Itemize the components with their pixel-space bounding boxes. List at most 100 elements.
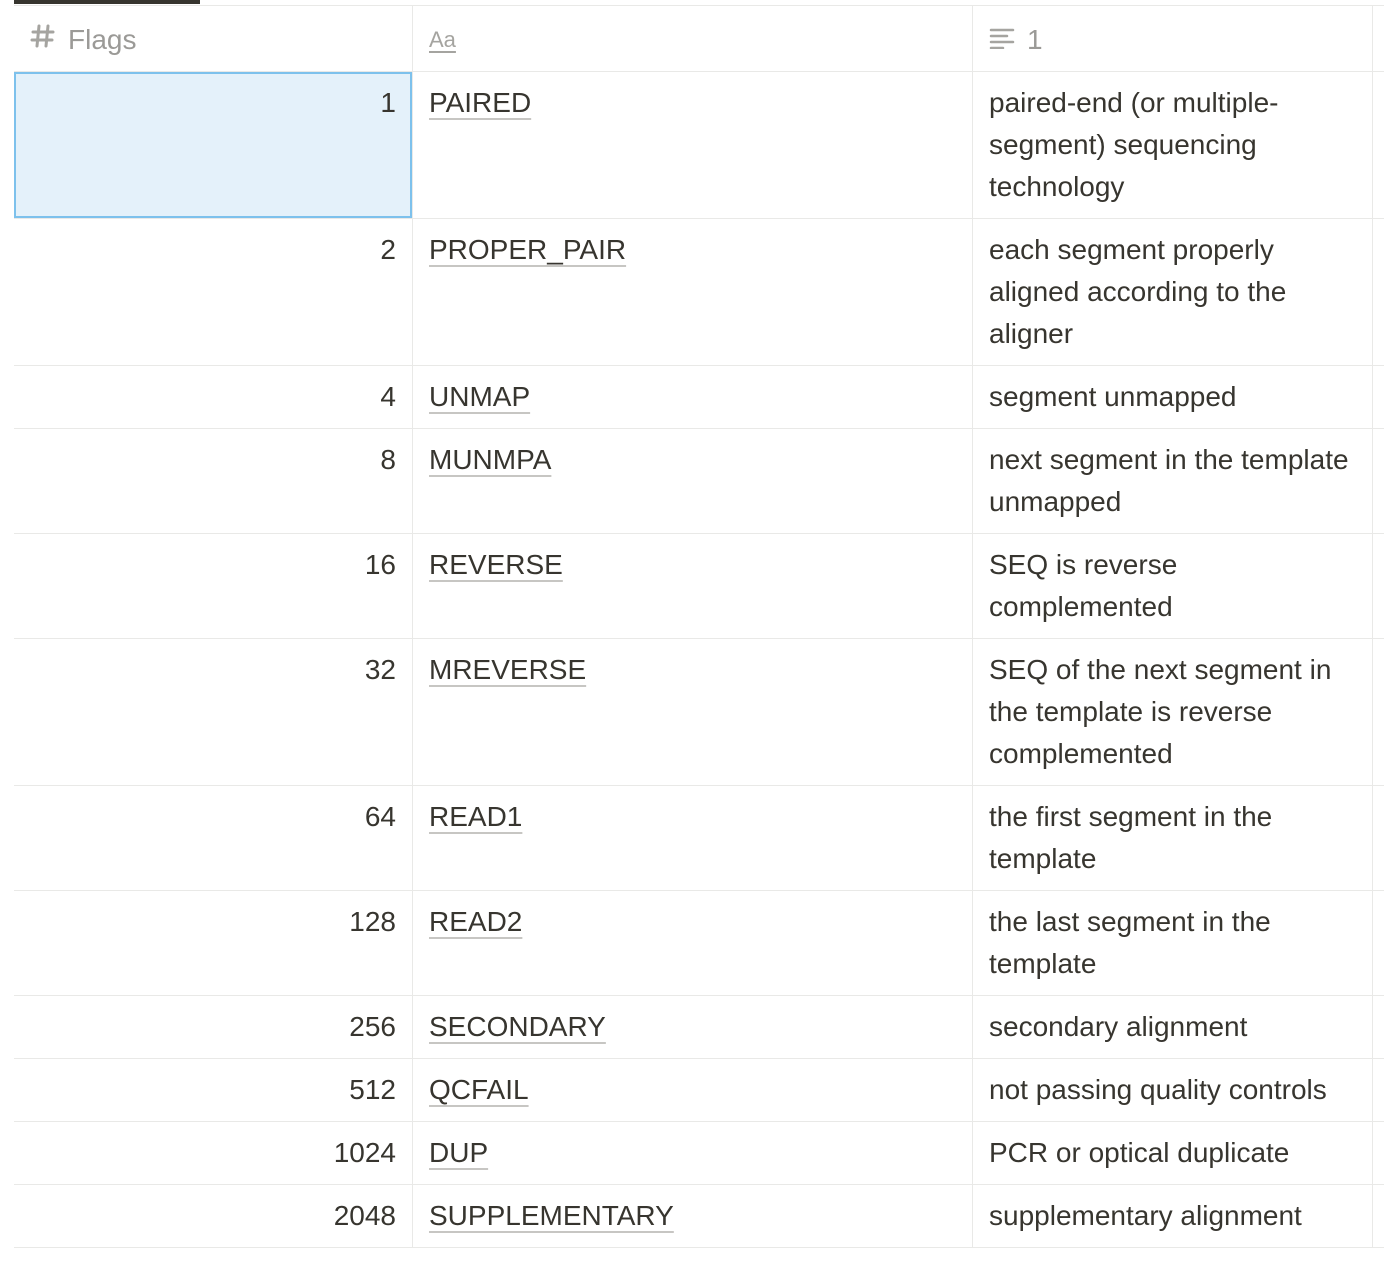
flag-name-link[interactable]: MUNMPA [429, 444, 551, 475]
flag-description-cell[interactable]: secondary alignment [973, 996, 1373, 1058]
flag-description: next segment in the template unmapped [989, 444, 1349, 517]
table-row[interactable]: 128 READ2 the last segment in the template [14, 891, 1384, 996]
table-row[interactable]: 64 READ1 the first segment in the template [14, 786, 1384, 891]
overflow-cell [1373, 534, 1384, 638]
flag-value-cell[interactable]: 64 [14, 786, 413, 890]
flag-name-link[interactable]: READ2 [429, 906, 522, 937]
overflow-cell [1373, 366, 1384, 428]
flag-value: 128 [349, 906, 396, 937]
flag-name-link[interactable]: PROPER_PAIR [429, 234, 626, 265]
flag-value-cell[interactable]: 2048 [14, 1185, 413, 1247]
flag-description: the last segment in the template [989, 906, 1271, 979]
flag-description-cell[interactable]: each segment properly aligned according … [973, 219, 1373, 365]
flag-description-cell[interactable]: paired-end (or multiple-segment) sequenc… [973, 72, 1373, 218]
table-header-row: Flags Aa 1 [14, 6, 1384, 72]
text-lines-icon [989, 19, 1015, 61]
flag-description-cell[interactable]: next segment in the template unmapped [973, 429, 1373, 533]
flag-value: 1 [380, 87, 396, 118]
table-row[interactable]: 4 UNMAP segment unmapped [14, 366, 1384, 429]
flag-name-cell[interactable]: QCFAIL [413, 1059, 973, 1121]
overflow-cell [1373, 429, 1384, 533]
flag-value-cell[interactable]: 128 [14, 891, 413, 995]
flag-name-cell[interactable]: SUPPLEMENTARY [413, 1185, 973, 1247]
flag-description: SEQ is reverse complemented [989, 549, 1178, 622]
flag-name-link[interactable]: READ1 [429, 801, 522, 832]
database-table-view: Flags Aa 1 1 PAIRED paired-end (or multi… [0, 0, 1384, 1288]
table-row[interactable]: 1024 DUP PCR or optical duplicate [14, 1122, 1384, 1185]
flag-value-cell[interactable]: 1 [14, 72, 413, 218]
overflow-cell [1373, 72, 1384, 218]
overflow-cell [1373, 1059, 1384, 1121]
active-view-tab-indicator[interactable] [14, 0, 200, 4]
table-row[interactable]: 256 SECONDARY secondary alignment [14, 996, 1384, 1059]
flag-name-link[interactable]: DUP [429, 1137, 488, 1168]
flag-name-cell[interactable]: PAIRED [413, 72, 973, 218]
flag-name-cell[interactable]: READ2 [413, 891, 973, 995]
table-row[interactable]: 32 MREVERSE SEQ of the next segment in the… [14, 639, 1384, 786]
flag-value: 8 [380, 444, 396, 475]
flag-description: the first segment in the template [989, 801, 1273, 874]
overflow-cell [1373, 891, 1384, 995]
column-header-overflow [1373, 6, 1384, 71]
overflow-cell [1373, 996, 1384, 1058]
column-header-description[interactable]: 1 [973, 6, 1373, 71]
column-header-description-label: 1 [1027, 23, 1043, 55]
flag-description: supplementary alignment [989, 1200, 1302, 1231]
overflow-cell [1373, 219, 1384, 365]
title-property-icon: Aa [429, 26, 456, 52]
flag-description-cell[interactable]: PCR or optical duplicate [973, 1122, 1373, 1184]
table-row[interactable]: 16 REVERSE SEQ is reverse complemented [14, 534, 1384, 639]
flag-name-link[interactable]: REVERSE [429, 549, 563, 580]
flag-value-cell[interactable]: 8 [14, 429, 413, 533]
flag-description: not passing quality controls [989, 1074, 1327, 1105]
column-header-flags[interactable]: Flags [14, 6, 413, 71]
flag-value: 64 [364, 801, 396, 832]
flag-value-cell[interactable]: 512 [14, 1059, 413, 1121]
flag-name-link[interactable]: SUPPLEMENTARY [429, 1200, 674, 1231]
flag-description-cell[interactable]: the first segment in the template [973, 786, 1373, 890]
flag-value: 2048 [333, 1200, 396, 1231]
flag-name-link[interactable]: MREVERSE [429, 654, 586, 685]
flag-name-cell[interactable]: UNMAP [413, 366, 973, 428]
flag-value-cell[interactable]: 32 [14, 639, 413, 785]
table-row[interactable]: 2 PROPER_PAIR each segment properly aligne… [14, 219, 1384, 366]
flag-value-cell[interactable]: 2 [14, 219, 413, 365]
flag-description-cell[interactable]: the last segment in the template [973, 891, 1373, 995]
flag-name-cell[interactable]: REVERSE [413, 534, 973, 638]
flag-description-cell[interactable]: SEQ of the next segment in the template … [973, 639, 1373, 785]
flag-value-cell[interactable]: 4 [14, 366, 413, 428]
flag-name-cell[interactable]: PROPER_PAIR [413, 219, 973, 365]
flag-name-link[interactable]: UNMAP [429, 381, 530, 412]
flag-name-cell[interactable]: MUNMPA [413, 429, 973, 533]
flag-description-cell[interactable]: SEQ is reverse complemented [973, 534, 1373, 638]
flag-name-cell[interactable]: MREVERSE [413, 639, 973, 785]
flag-description: SEQ of the next segment in the template … [989, 654, 1332, 769]
flags-table: Flags Aa 1 1 PAIRED paired-end (or multi… [14, 5, 1384, 1248]
table-row[interactable]: 1 PAIRED paired-end (or multiple-segment) … [14, 72, 1384, 219]
flag-name-link[interactable]: PAIRED [429, 87, 531, 118]
table-row[interactable]: 2048 SUPPLEMENTARY supplementary alignment [14, 1185, 1384, 1248]
flag-value: 256 [349, 1011, 396, 1042]
flag-description-cell[interactable]: not passing quality controls [973, 1059, 1373, 1121]
flag-description-cell[interactable]: supplementary alignment [973, 1185, 1373, 1247]
flag-description: each segment properly aligned according … [989, 234, 1287, 349]
flag-name-cell[interactable]: DUP [413, 1122, 973, 1184]
flag-value-cell[interactable]: 1024 [14, 1122, 413, 1184]
flag-description: paired-end (or multiple-segment) sequenc… [989, 87, 1279, 202]
flag-description: PCR or optical duplicate [989, 1137, 1290, 1168]
flag-value: 1024 [333, 1137, 396, 1168]
table-row[interactable]: 512 QCFAIL not passing quality controls [14, 1059, 1384, 1122]
flag-description-cell[interactable]: segment unmapped [973, 366, 1373, 428]
overflow-cell [1373, 1122, 1384, 1184]
flag-value: 32 [364, 654, 396, 685]
flag-name-cell[interactable]: READ1 [413, 786, 973, 890]
table-row[interactable]: 8 MUNMPA next segment in the template unma… [14, 429, 1384, 534]
flag-value-cell[interactable]: 16 [14, 534, 413, 638]
overflow-cell [1373, 786, 1384, 890]
flag-name-link[interactable]: SECONDARY [429, 1011, 606, 1042]
flag-name-cell[interactable]: SECONDARY [413, 996, 973, 1058]
flag-value-cell[interactable]: 256 [14, 996, 413, 1058]
column-header-name[interactable]: Aa [413, 6, 973, 71]
flag-name-link[interactable]: QCFAIL [429, 1074, 529, 1105]
table-body: 1 PAIRED paired-end (or multiple-segment) … [14, 72, 1384, 1248]
